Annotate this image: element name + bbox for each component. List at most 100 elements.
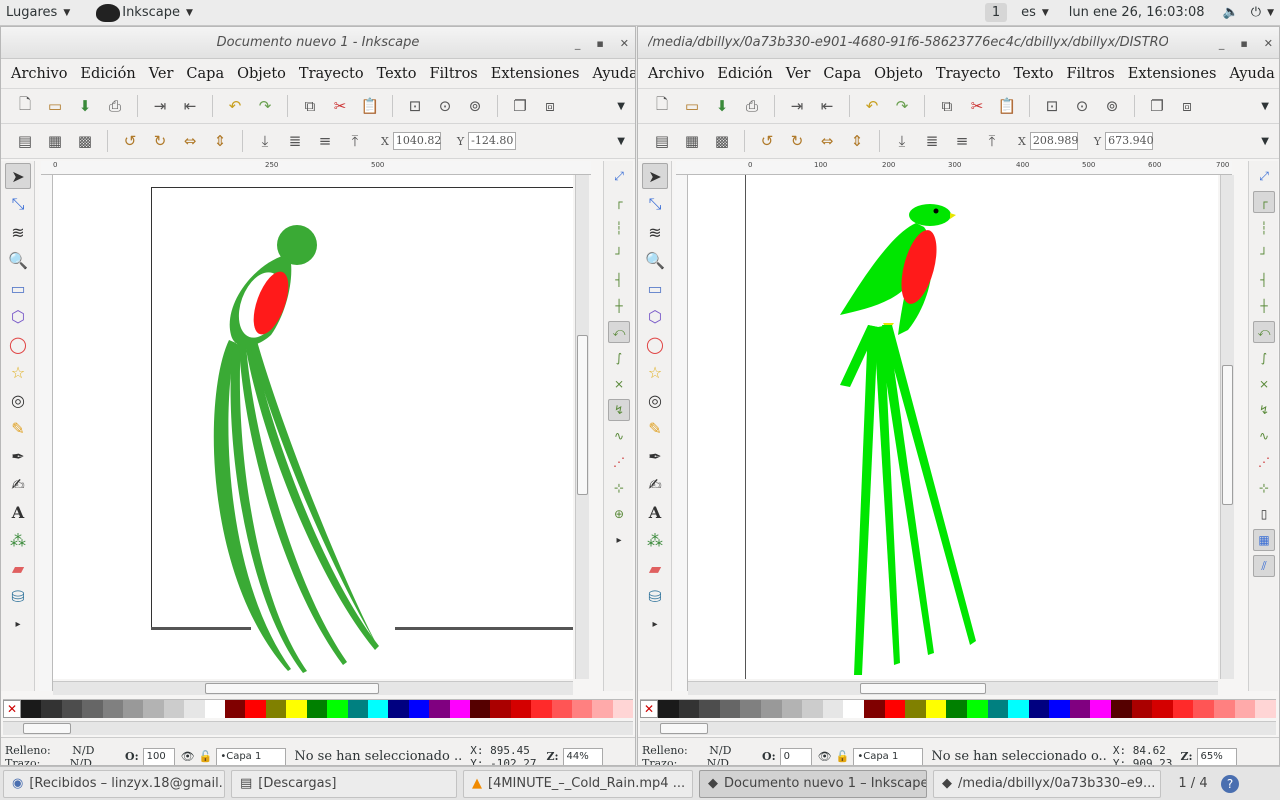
zoom-drawing-icon[interactable]: ⊙ xyxy=(1072,96,1092,116)
clone-icon[interactable]: ⧈ xyxy=(540,96,560,116)
color-swatch[interactable] xyxy=(245,700,266,718)
snap-bbox-midpoint-icon[interactable]: ┤ xyxy=(608,269,630,291)
open-icon[interactable]: ▭ xyxy=(45,96,65,116)
color-swatch[interactable] xyxy=(163,700,185,718)
minimize-button[interactable]: _ xyxy=(1219,37,1225,50)
menu-ver[interactable]: Ver xyxy=(786,66,811,82)
lock-icon[interactable]: 🔓 xyxy=(199,750,213,763)
select-all-icon[interactable]: ▤ xyxy=(15,131,35,151)
color-swatch[interactable] xyxy=(510,700,532,718)
toolbar-overflow-icon[interactable]: ▼ xyxy=(617,101,625,112)
color-swatch[interactable] xyxy=(367,700,389,718)
rotate-ccw-icon[interactable]: ↺ xyxy=(120,131,140,151)
minimize-button[interactable]: _ xyxy=(575,37,581,50)
drawing-canvas[interactable] xyxy=(688,175,1218,679)
ellipse-tool-icon[interactable]: ◯ xyxy=(642,331,668,357)
color-swatch[interactable] xyxy=(699,700,720,718)
task-inkscape-2[interactable]: ◆ /media/dbillyx/0a73b330–e9... xyxy=(933,769,1161,798)
color-swatch[interactable] xyxy=(987,700,1009,718)
color-swatch[interactable] xyxy=(388,700,409,718)
scrollbar-thumb[interactable] xyxy=(860,683,986,694)
menu-capa[interactable]: Capa xyxy=(823,66,861,82)
color-swatch[interactable] xyxy=(184,700,205,718)
color-swatch[interactable] xyxy=(905,700,926,718)
horizontal-scrollbar[interactable] xyxy=(688,681,1218,695)
color-swatch[interactable] xyxy=(347,700,368,718)
color-swatch[interactable] xyxy=(781,700,803,718)
menu-ayuda[interactable]: Ayuda xyxy=(1229,66,1274,82)
raise-top-icon[interactable]: ⤒ xyxy=(345,131,365,151)
new-document-icon[interactable]: 🗋 xyxy=(15,95,35,116)
select-all-icon[interactable]: ▤ xyxy=(652,131,672,151)
color-swatch[interactable] xyxy=(41,700,62,718)
raise-top-icon[interactable]: ⤒ xyxy=(982,131,1002,151)
color-swatch[interactable] xyxy=(802,700,823,718)
task-thunderbird[interactable]: ◉ [Recibidos – linzyx.18@gmail.... xyxy=(3,769,225,798)
color-swatch[interactable] xyxy=(82,700,103,718)
places-menu[interactable]: Lugares ▼ xyxy=(0,0,76,26)
lower-bottom-icon[interactable]: ⤓ xyxy=(892,131,912,151)
pencil-tool-icon[interactable]: ✎ xyxy=(642,415,668,441)
node-tool-icon[interactable]: ⤡ xyxy=(5,191,31,217)
snap-bbox-center-icon[interactable]: ┼ xyxy=(608,295,630,317)
opacity-input[interactable]: 100 xyxy=(142,747,175,765)
color-swatch[interactable] xyxy=(531,700,552,718)
color-swatch[interactable] xyxy=(551,700,572,718)
color-swatch[interactable] xyxy=(822,700,844,718)
duplicate-icon[interactable]: ❐ xyxy=(1147,96,1167,116)
maximize-button[interactable]: ▪ xyxy=(1240,37,1247,50)
print-icon[interactable]: ⎙ xyxy=(742,96,762,116)
color-swatch[interactable] xyxy=(327,700,348,718)
toolbar-overflow-icon[interactable]: ▼ xyxy=(617,136,625,147)
spray-tool-icon[interactable]: ⁂ xyxy=(642,527,668,553)
lower-bottom-icon[interactable]: ⤓ xyxy=(255,131,275,151)
zoom-selection-icon[interactable]: ⊡ xyxy=(405,96,425,116)
snap-paths-icon[interactable]: ∫ xyxy=(1253,347,1275,369)
snap-bbox-center-icon[interactable]: ┼ xyxy=(1253,295,1275,317)
snap-object-center-icon[interactable]: ⊹ xyxy=(1253,477,1275,499)
raise-icon[interactable]: ≡ xyxy=(952,131,972,151)
task-vlc[interactable]: ▲ [4MINUTE_–_Cold_Rain.mp4 ... xyxy=(463,769,693,798)
snap-guide-icon[interactable]: ⫽ xyxy=(1253,555,1275,577)
3d-box-tool-icon[interactable]: ⬡ xyxy=(642,303,668,329)
deselect-icon[interactable]: ▩ xyxy=(75,131,95,151)
copy-icon[interactable]: ⧉ xyxy=(937,96,957,116)
color-swatch[interactable] xyxy=(592,700,613,718)
color-swatch[interactable] xyxy=(469,700,491,718)
y-input[interactable]: -124.80 xyxy=(468,132,517,150)
color-swatch[interactable] xyxy=(1090,700,1112,718)
zoom-tool-icon[interactable]: 🔍 xyxy=(5,247,31,273)
color-swatch[interactable] xyxy=(306,700,328,718)
snap-bbox-icon[interactable]: ┌ xyxy=(1253,191,1275,213)
menu-trayecto[interactable]: Trayecto xyxy=(936,66,1001,82)
color-swatch[interactable] xyxy=(719,700,741,718)
undo-icon[interactable]: ↶ xyxy=(862,96,882,116)
color-swatch[interactable] xyxy=(449,700,470,718)
pen-tool-icon[interactable]: ✒ xyxy=(5,443,31,469)
volume-icon[interactable]: 🔈 xyxy=(1217,0,1245,26)
language-menu[interactable]: es ▼ xyxy=(1015,0,1055,26)
visibility-eye-icon[interactable]: 👁 xyxy=(181,750,195,763)
close-button[interactable]: ✕ xyxy=(1264,37,1273,50)
color-swatch[interactable] xyxy=(1049,700,1070,718)
export-icon[interactable]: ⇤ xyxy=(817,96,837,116)
spiral-tool-icon[interactable]: ◎ xyxy=(642,387,668,413)
menu-objeto[interactable]: Objeto xyxy=(237,66,286,82)
menu-texto[interactable]: Texto xyxy=(1014,66,1054,82)
flip-vertical-icon[interactable]: ⇕ xyxy=(847,131,867,151)
menu-edicion[interactable]: Edición xyxy=(80,66,135,82)
redo-icon[interactable]: ↷ xyxy=(255,96,275,116)
task-inkscape-1[interactable]: ◆ Documento nuevo 1 – Inkscape xyxy=(699,769,927,798)
color-swatch[interactable] xyxy=(612,700,634,718)
color-swatch[interactable] xyxy=(571,700,593,718)
fill-stroke-indicator[interactable]: Relleno: N/D Trazo: N/D xyxy=(1,744,101,766)
color-swatch[interactable] xyxy=(1255,700,1276,718)
duplicate-icon[interactable]: ❐ xyxy=(510,96,530,116)
snap-toggle-icon[interactable]: ⤢ xyxy=(1253,165,1275,187)
snap-midpoint-icon[interactable]: ⋰ xyxy=(1253,451,1275,473)
lock-icon[interactable]: 🔓 xyxy=(836,750,850,763)
color-swatch[interactable] xyxy=(1214,700,1235,718)
color-swatch[interactable] xyxy=(265,700,287,718)
menu-filtros[interactable]: Filtros xyxy=(429,66,477,82)
color-swatch[interactable] xyxy=(925,700,947,718)
